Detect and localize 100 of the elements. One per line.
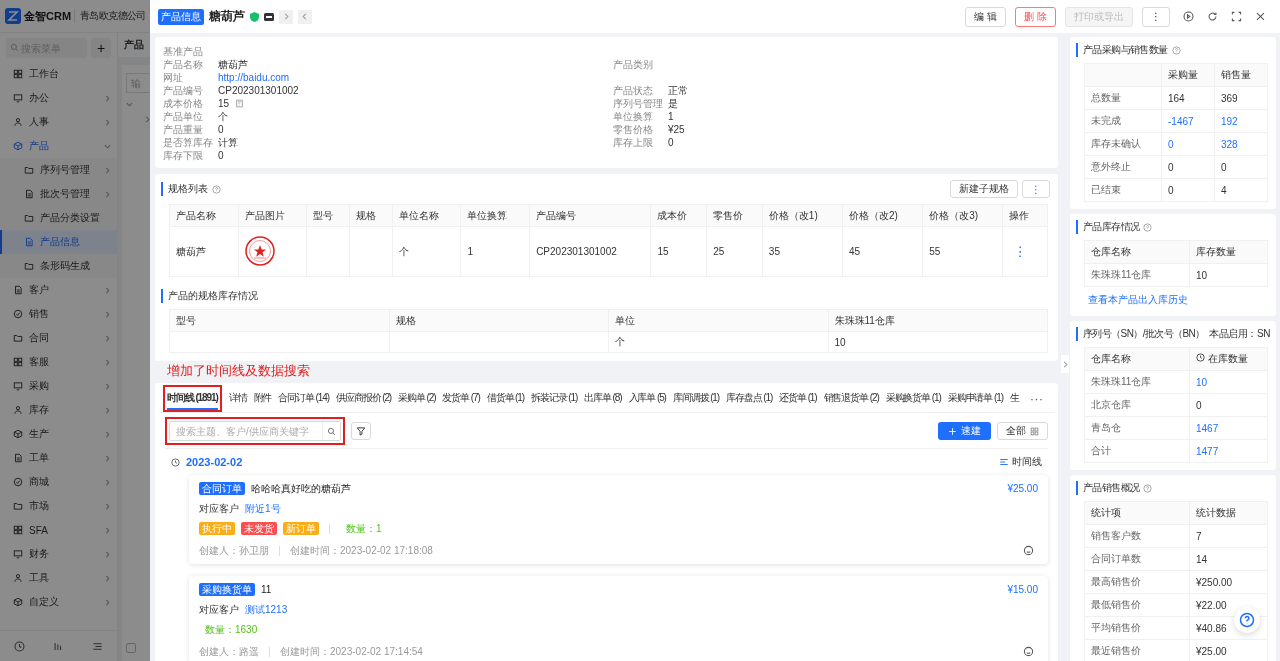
table-cell: 0 — [1189, 393, 1268, 417]
tab[interactable]: 拆装记录 (1) — [531, 387, 578, 410]
grid-icon — [13, 357, 23, 367]
play-icon — [1183, 11, 1194, 22]
tab[interactable]: 采购申请单 (1) — [947, 387, 1003, 410]
menu-item[interactable]: 商城 — [0, 470, 117, 494]
menu-item[interactable]: 工作台 — [0, 62, 117, 86]
list-icon — [999, 457, 1009, 467]
menu-item[interactable]: 产品分类设置 — [0, 206, 117, 230]
menu-item[interactable]: 批次号管理 — [0, 182, 117, 206]
field-value: 1 — [668, 111, 675, 122]
field-label: 成本价格 — [163, 96, 204, 111]
table-header: 价格（改1) — [762, 204, 843, 227]
menu-item[interactable]: 市场 — [0, 494, 117, 518]
card-title: 序列号（SN）/批次号（BN） — [1076, 327, 1205, 341]
more-button[interactable]: ⋮ — [1142, 6, 1170, 27]
search-icon — [327, 426, 337, 436]
cube-icon — [13, 141, 23, 151]
action-button[interactable]: 删 除 — [1015, 6, 1056, 27]
more-button[interactable]: ⋮ — [1009, 244, 1031, 259]
menu-item[interactable]: 采购 — [0, 374, 117, 398]
tab[interactable]: 生 — [1009, 387, 1019, 410]
table-header: 单位 — [608, 309, 828, 332]
more-tabs-button[interactable]: ··· — [1025, 391, 1048, 406]
help-icon — [212, 184, 221, 194]
close-icon — [1255, 11, 1266, 22]
field-label: 网址 — [163, 70, 184, 85]
field-label: 是否算库存 — [163, 135, 214, 150]
people-icon — [13, 573, 23, 583]
menu-item[interactable]: 销售 — [0, 302, 117, 326]
menu-item[interactable]: 合同 — [0, 326, 117, 350]
menu-item[interactable]: 工单 — [0, 446, 117, 470]
tab[interactable]: 供应商报价 (2) — [336, 387, 392, 410]
menu-item[interactable]: 序列号管理 — [0, 158, 117, 182]
table-cell: 糖葫芦 — [169, 226, 239, 277]
grid-icon — [13, 525, 23, 535]
tab[interactable]: 发货单 (7) — [442, 387, 480, 410]
tab[interactable]: 详情 — [228, 387, 247, 410]
menu-item[interactable]: SFA — [0, 518, 117, 542]
website-link[interactable]: http://baidu.com — [218, 72, 613, 83]
table-cell: 10 — [828, 331, 1048, 353]
customer-link[interactable]: 附近1号 — [245, 502, 281, 515]
checkbox[interactable] — [126, 643, 136, 653]
menu-item[interactable]: 财务 — [0, 542, 117, 566]
tab[interactable]: 借货单 (1) — [486, 387, 525, 410]
tab[interactable]: 库存盘点 (1) — [726, 387, 773, 410]
menu-item[interactable]: 工具 — [0, 566, 117, 590]
timeline-view-button[interactable]: 时间线 — [999, 455, 1042, 469]
table-header: 产品编号 — [529, 204, 651, 227]
menu-item[interactable]: 办公 — [0, 86, 117, 110]
menu-item[interactable]: 客户 — [0, 278, 117, 302]
tab[interactable]: 入库单 (5) — [628, 387, 666, 410]
field-value: ¥25 — [668, 124, 686, 135]
more-button[interactable]: ⋮ — [1022, 180, 1050, 198]
add-button[interactable]: + — [91, 38, 111, 58]
scope-button[interactable]: 全部 — [997, 422, 1048, 440]
search-button[interactable] — [322, 422, 340, 440]
customer-link[interactable]: 测试1213 — [245, 603, 288, 616]
tab[interactable]: 库间调拨 (1) — [672, 387, 720, 410]
menu-item[interactable]: 库存 — [0, 398, 117, 422]
table-cell: 销售客户数 — [1084, 524, 1190, 548]
table-cell: 朱珠珠11仓库 — [1084, 370, 1190, 394]
collapse-button[interactable] — [1061, 355, 1069, 373]
new-spec-button[interactable]: 新建子规格 — [950, 180, 1018, 198]
menu-item[interactable]: 人事 — [0, 110, 117, 134]
menu-item[interactable]: 产品信息 — [0, 230, 117, 254]
table-header: 采购量 — [1161, 63, 1215, 87]
bars-icon — [53, 640, 64, 652]
table-header: 在库数量 — [1189, 347, 1268, 371]
field-label: 零售价格 — [613, 122, 654, 137]
menu-item[interactable]: 条形码生成 — [0, 254, 117, 278]
tab[interactable]: 销售退货单 (2) — [823, 387, 879, 410]
tab[interactable]: 时间线 (1891) — [167, 387, 218, 410]
history-link[interactable]: 查看本产品出入库历史 — [1088, 293, 1270, 307]
table-cell: 最近销售价 — [1084, 639, 1190, 661]
tab[interactable]: 采购换货单 (1) — [885, 387, 941, 410]
field-label: 序列号管理 — [613, 96, 664, 111]
menu-item[interactable]: 产品 — [0, 134, 117, 158]
filter-button[interactable] — [351, 422, 371, 440]
tab[interactable]: 合同订单 (14) — [278, 387, 329, 410]
menu-item[interactable]: 生产 — [0, 422, 117, 446]
people-icon — [13, 117, 23, 127]
table-cell: 平均销售价 — [1084, 616, 1190, 640]
circle-icon — [13, 477, 23, 487]
card-title: 产品库存情况 — [1076, 220, 1140, 234]
chevron-right-icon — [301, 13, 309, 20]
tab[interactable]: 出库单 (8) — [584, 387, 622, 410]
menu-item[interactable]: 自定义 — [0, 590, 117, 614]
folder-icon — [24, 165, 34, 175]
chevron-down-icon — [126, 101, 133, 108]
quick-create-button[interactable]: 速建 — [938, 422, 991, 440]
table-header: 成本价 — [650, 204, 707, 227]
menu-item[interactable]: 客服 — [0, 350, 117, 374]
tab[interactable]: 采购单 (2) — [398, 387, 436, 410]
card-title: 产品销售概况 — [1076, 481, 1140, 495]
search-field[interactable]: 搜索主题、客户/供应商关键字 — [169, 421, 341, 441]
action-button[interactable]: 编 辑 — [965, 6, 1007, 27]
tab[interactable]: 还货单 (1) — [779, 387, 817, 410]
table-cell: 1477 — [1189, 439, 1268, 463]
tab[interactable]: 附件 — [253, 387, 272, 410]
